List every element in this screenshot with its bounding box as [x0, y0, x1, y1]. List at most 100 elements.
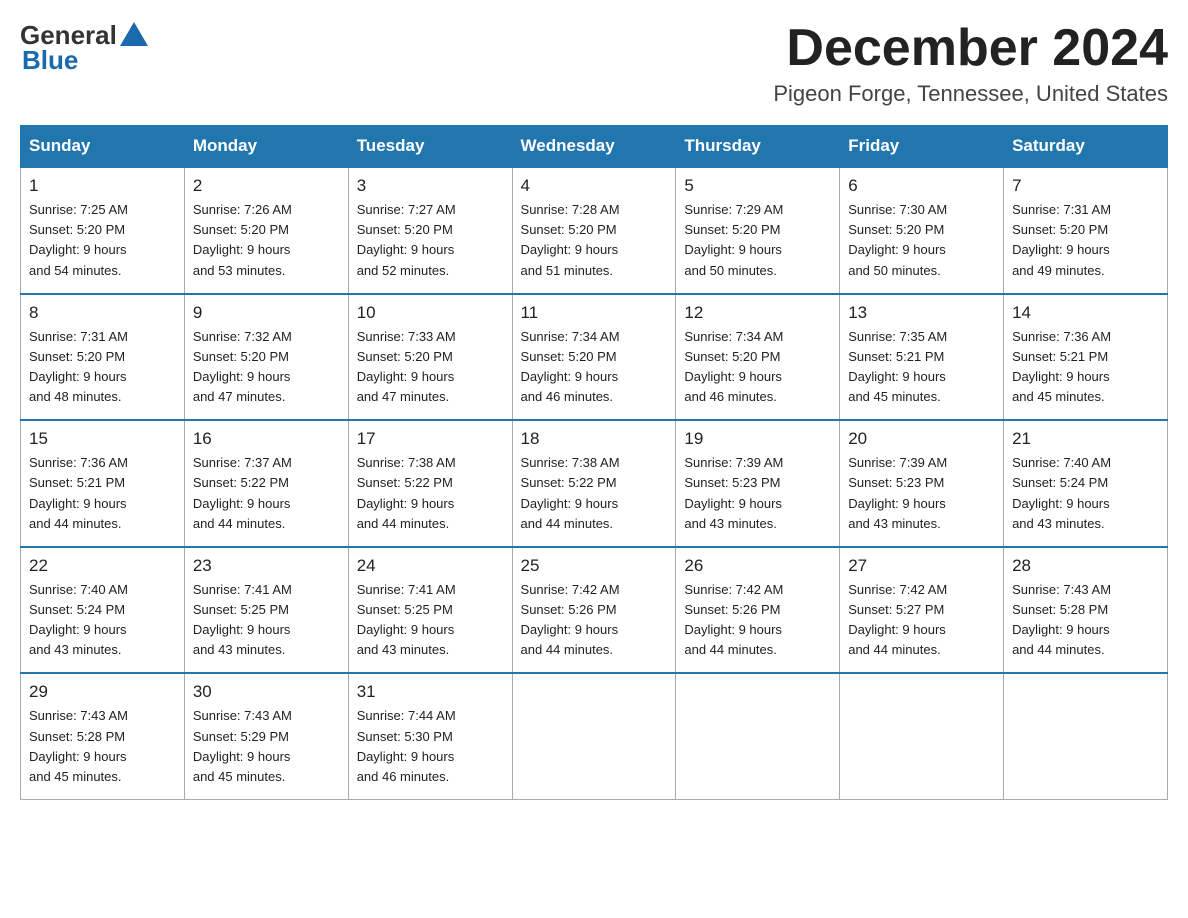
day-info: Sunrise: 7:36 AMSunset: 5:21 PMDaylight:… [1012, 327, 1159, 408]
calendar-day-cell: 29 Sunrise: 7:43 AMSunset: 5:28 PMDayligh… [21, 673, 185, 799]
day-number: 1 [29, 176, 176, 196]
header-wednesday: Wednesday [512, 126, 676, 168]
day-number: 31 [357, 682, 504, 702]
calendar-day-cell: 16Sunrise: 7:37 AMSunset: 5:22 PMDayligh… [184, 420, 348, 547]
day-info: Sunrise: 7:44 AMSunset: 5:30 PMDaylight:… [357, 706, 504, 787]
day-info: Sunrise: 7:34 AMSunset: 5:20 PMDaylight:… [521, 327, 668, 408]
day-info: Sunrise: 7:42 AMSunset: 5:27 PMDaylight:… [848, 580, 995, 661]
day-info: Sunrise: 7:32 AMSunset: 5:20 PMDaylight:… [193, 327, 340, 408]
header-tuesday: Tuesday [348, 126, 512, 168]
day-number: 5 [684, 176, 831, 196]
day-number: 19 [684, 429, 831, 449]
header-monday: Monday [184, 126, 348, 168]
calendar-header-row: SundayMondayTuesdayWednesdayThursdayFrid… [21, 126, 1168, 168]
calendar-week-row: 29 Sunrise: 7:43 AMSunset: 5:28 PMDayligh… [21, 673, 1168, 799]
day-info: Sunrise: 7:42 AMSunset: 5:26 PMDaylight:… [521, 580, 668, 661]
header-thursday: Thursday [676, 126, 840, 168]
day-number: 23 [193, 556, 340, 576]
day-number: 18 [521, 429, 668, 449]
day-number: 29 [29, 682, 176, 702]
calendar-day-cell: 30 Sunrise: 7:43 AMSunset: 5:29 PMDayligh… [184, 673, 348, 799]
calendar-day-cell: 14 Sunrise: 7:36 AMSunset: 5:21 PMDayligh… [1004, 294, 1168, 421]
calendar-day-cell: 9 Sunrise: 7:32 AMSunset: 5:20 PMDaylight… [184, 294, 348, 421]
calendar-table: SundayMondayTuesdayWednesdayThursdayFrid… [20, 125, 1168, 800]
calendar-day-cell: 8 Sunrise: 7:31 AMSunset: 5:20 PMDaylight… [21, 294, 185, 421]
calendar-empty-cell [676, 673, 840, 799]
calendar-day-cell: 19 Sunrise: 7:39 AMSunset: 5:23 PMDayligh… [676, 420, 840, 547]
day-number: 28 [1012, 556, 1159, 576]
day-number: 13 [848, 303, 995, 323]
day-number: 4 [521, 176, 668, 196]
day-number: 24 [357, 556, 504, 576]
calendar-day-cell: 22 Sunrise: 7:40 AMSunset: 5:24 PMDayligh… [21, 547, 185, 674]
day-number: 14 [1012, 303, 1159, 323]
day-number: 21 [1012, 429, 1159, 449]
calendar-day-cell: 1 Sunrise: 7:25 AMSunset: 5:20 PMDaylight… [21, 167, 185, 294]
calendar-week-row: 15 Sunrise: 7:36 AMSunset: 5:21 PMDayligh… [21, 420, 1168, 547]
day-info: Sunrise: 7:34 AMSunset: 5:20 PMDaylight:… [684, 327, 831, 408]
day-info: Sunrise: 7:43 AMSunset: 5:28 PMDaylight:… [1012, 580, 1159, 661]
day-info: Sunrise: 7:43 AMSunset: 5:29 PMDaylight:… [193, 706, 340, 787]
day-number: 8 [29, 303, 176, 323]
calendar-day-cell: 25Sunrise: 7:42 AMSunset: 5:26 PMDayligh… [512, 547, 676, 674]
day-number: 2 [193, 176, 340, 196]
day-info: Sunrise: 7:41 AMSunset: 5:25 PMDaylight:… [357, 580, 504, 661]
day-number: 26 [684, 556, 831, 576]
calendar-day-cell: 3 Sunrise: 7:27 AMSunset: 5:20 PMDaylight… [348, 167, 512, 294]
calendar-day-cell: 6Sunrise: 7:30 AMSunset: 5:20 PMDaylight… [840, 167, 1004, 294]
day-number: 27 [848, 556, 995, 576]
calendar-day-cell: 28 Sunrise: 7:43 AMSunset: 5:28 PMDayligh… [1004, 547, 1168, 674]
day-info: Sunrise: 7:25 AMSunset: 5:20 PMDaylight:… [29, 200, 176, 281]
header-sunday: Sunday [21, 126, 185, 168]
day-number: 20 [848, 429, 995, 449]
day-number: 7 [1012, 176, 1159, 196]
calendar-day-cell: 2 Sunrise: 7:26 AMSunset: 5:20 PMDaylight… [184, 167, 348, 294]
day-info: Sunrise: 7:36 AMSunset: 5:21 PMDaylight:… [29, 453, 176, 534]
location-title: Pigeon Forge, Tennessee, United States [773, 81, 1168, 107]
day-number: 9 [193, 303, 340, 323]
calendar-day-cell: 18 Sunrise: 7:38 AMSunset: 5:22 PMDayligh… [512, 420, 676, 547]
calendar-day-cell: 4 Sunrise: 7:28 AMSunset: 5:20 PMDaylight… [512, 167, 676, 294]
day-info: Sunrise: 7:42 AMSunset: 5:26 PMDaylight:… [684, 580, 831, 661]
day-number: 16 [193, 429, 340, 449]
day-info: Sunrise: 7:39 AMSunset: 5:23 PMDaylight:… [684, 453, 831, 534]
day-number: 15 [29, 429, 176, 449]
day-info: Sunrise: 7:27 AMSunset: 5:20 PMDaylight:… [357, 200, 504, 281]
calendar-day-cell: 15 Sunrise: 7:36 AMSunset: 5:21 PMDayligh… [21, 420, 185, 547]
day-info: Sunrise: 7:38 AMSunset: 5:22 PMDaylight:… [521, 453, 668, 534]
day-info: Sunrise: 7:35 AMSunset: 5:21 PMDaylight:… [848, 327, 995, 408]
day-number: 3 [357, 176, 504, 196]
month-title: December 2024 [773, 20, 1168, 77]
day-number: 12 [684, 303, 831, 323]
calendar-day-cell: 17 Sunrise: 7:38 AMSunset: 5:22 PMDayligh… [348, 420, 512, 547]
calendar-week-row: 8 Sunrise: 7:31 AMSunset: 5:20 PMDaylight… [21, 294, 1168, 421]
header-saturday: Saturday [1004, 126, 1168, 168]
title-block: December 2024 Pigeon Forge, Tennessee, U… [773, 20, 1168, 107]
day-info: Sunrise: 7:33 AMSunset: 5:20 PMDaylight:… [357, 327, 504, 408]
calendar-day-cell: 11 Sunrise: 7:34 AMSunset: 5:20 PMDayligh… [512, 294, 676, 421]
calendar-day-cell: 31 Sunrise: 7:44 AMSunset: 5:30 PMDayligh… [348, 673, 512, 799]
day-info: Sunrise: 7:31 AMSunset: 5:20 PMDaylight:… [1012, 200, 1159, 281]
day-number: 30 [193, 682, 340, 702]
day-info: Sunrise: 7:31 AMSunset: 5:20 PMDaylight:… [29, 327, 176, 408]
calendar-week-row: 1 Sunrise: 7:25 AMSunset: 5:20 PMDaylight… [21, 167, 1168, 294]
day-number: 17 [357, 429, 504, 449]
calendar-day-cell: 10Sunrise: 7:33 AMSunset: 5:20 PMDayligh… [348, 294, 512, 421]
day-info: Sunrise: 7:40 AMSunset: 5:24 PMDaylight:… [1012, 453, 1159, 534]
day-info: Sunrise: 7:40 AMSunset: 5:24 PMDaylight:… [29, 580, 176, 661]
day-info: Sunrise: 7:26 AMSunset: 5:20 PMDaylight:… [193, 200, 340, 281]
day-number: 6 [848, 176, 995, 196]
calendar-week-row: 22 Sunrise: 7:40 AMSunset: 5:24 PMDayligh… [21, 547, 1168, 674]
day-info: Sunrise: 7:43 AMSunset: 5:28 PMDaylight:… [29, 706, 176, 787]
calendar-day-cell: 13 Sunrise: 7:35 AMSunset: 5:21 PMDayligh… [840, 294, 1004, 421]
calendar-day-cell: 20Sunrise: 7:39 AMSunset: 5:23 PMDayligh… [840, 420, 1004, 547]
day-info: Sunrise: 7:28 AMSunset: 5:20 PMDaylight:… [521, 200, 668, 281]
calendar-empty-cell [512, 673, 676, 799]
calendar-day-cell: 24 Sunrise: 7:41 AMSunset: 5:25 PMDayligh… [348, 547, 512, 674]
day-number: 22 [29, 556, 176, 576]
day-info: Sunrise: 7:29 AMSunset: 5:20 PMDaylight:… [684, 200, 831, 281]
logo-blue-text: Blue [22, 45, 78, 76]
day-number: 11 [521, 303, 668, 323]
calendar-day-cell: 23Sunrise: 7:41 AMSunset: 5:25 PMDayligh… [184, 547, 348, 674]
day-info: Sunrise: 7:38 AMSunset: 5:22 PMDaylight:… [357, 453, 504, 534]
